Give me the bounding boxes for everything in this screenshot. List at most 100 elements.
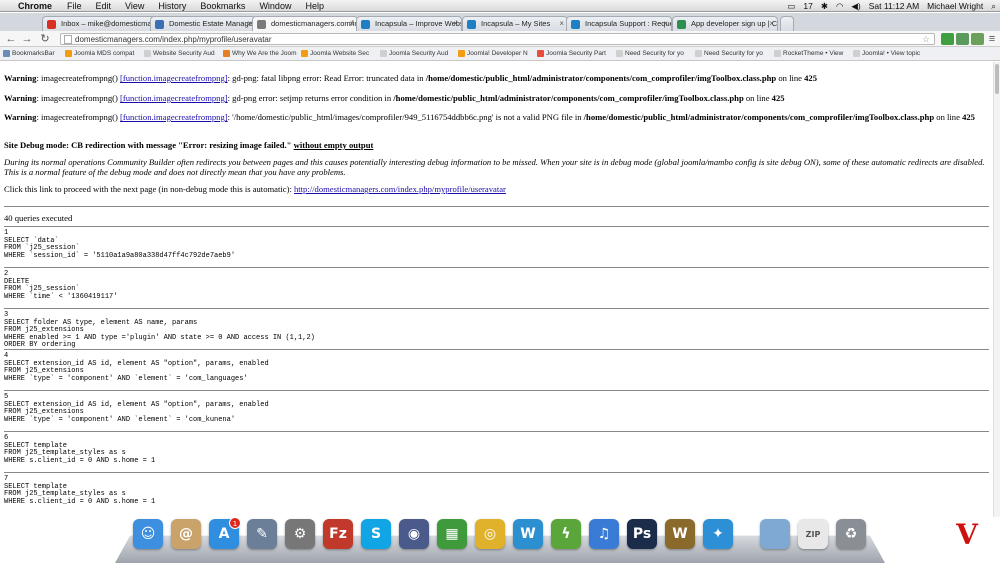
joomla-icon	[458, 50, 465, 57]
page-icon	[223, 50, 230, 57]
page-icon	[537, 50, 544, 57]
extension-icon[interactable]	[971, 33, 984, 45]
v-logo-icon[interactable]: V	[950, 518, 984, 554]
vertical-scrollbar[interactable]	[993, 62, 1000, 517]
menu-bookmarks[interactable]: Bookmarks	[193, 0, 252, 11]
page-icon	[774, 50, 781, 57]
close-icon[interactable]: ×	[663, 17, 668, 31]
joomla-icon	[301, 50, 308, 57]
clock[interactable]: Sat 11:12 AM	[865, 0, 923, 11]
bookmark-item[interactable]: Why We Are the Joom	[222, 47, 300, 60]
reload-icon[interactable]: ↻	[38, 32, 52, 46]
browser-toolbar: ← → ↻ domesticmanagers.com/index.php/myp…	[0, 31, 1000, 47]
skype-icon[interactable]: S	[361, 519, 391, 549]
without-empty-output-link[interactable]: without empty output	[294, 140, 374, 150]
tab-label: Inbox – mike@domesticmar	[61, 19, 155, 28]
function-doc-link[interactable]: [function.imagecreatefrompng]	[120, 112, 228, 122]
bookmark-item[interactable]: Need Security for yo	[615, 47, 693, 60]
function-doc-link[interactable]: [function.imagecreatefrompng]	[120, 93, 228, 103]
bookmark-item[interactable]: Joomla! • View topic	[852, 47, 930, 60]
system-preferences-icon[interactable]: ⚙	[285, 519, 315, 549]
safari-icon[interactable]: ✦	[703, 519, 733, 549]
wordpress-icon[interactable]: W	[513, 519, 543, 549]
bookmark-item[interactable]: Joomla Website Sec	[300, 47, 378, 60]
volume-icon[interactable]: ◀)	[847, 0, 864, 11]
scroll-thumb[interactable]	[995, 64, 999, 94]
menu-edit[interactable]: Edit	[89, 0, 119, 11]
app-menu[interactable]: Chrome	[14, 0, 60, 11]
preview-icon[interactable]: ✎	[247, 519, 277, 549]
search-icon[interactable]: ⌕	[987, 0, 1000, 11]
chrome-icon[interactable]: ◎	[475, 519, 505, 549]
close-icon[interactable]: ×	[349, 17, 354, 31]
queries-count: 40 queries executed	[4, 213, 73, 223]
address-book-icon[interactable]: @	[171, 519, 201, 549]
close-icon[interactable]: ×	[769, 17, 774, 31]
bluetooth-icon[interactable]: ✱	[817, 0, 832, 11]
bookmark-folder-icon	[3, 50, 10, 57]
tab-incapsula-improve[interactable]: Incapsula – Improve Website ×	[356, 16, 462, 31]
bookmark-item[interactable]: Website Security Aud	[143, 47, 221, 60]
back-arrow-icon[interactable]: ←	[4, 32, 18, 46]
address-url[interactable]: domesticmanagers.com/index.php/myprofile…	[75, 35, 272, 44]
incapsula-icon	[571, 20, 580, 29]
network-icon[interactable]: ϟ	[551, 519, 581, 549]
bookmark-star-icon[interactable]: ☆	[922, 34, 930, 45]
tab-domesticmanagers[interactable]: domesticmanagers.com/ind ×	[252, 16, 358, 31]
user-name[interactable]: Michael Wright	[923, 0, 987, 11]
bookmark-item[interactable]: Need Security for yo	[694, 47, 772, 60]
query-block: 1 SELECT `data` FROM `j25_session` WHERE…	[4, 226, 989, 266]
bookmark-item[interactable]: Joomla MDS compat	[64, 47, 142, 60]
close-icon[interactable]: ×	[453, 17, 458, 31]
tab-label: domesticmanagers.com/ind	[271, 19, 358, 28]
page-icon	[853, 50, 860, 57]
bookmark-item[interactable]: Joomla! Developer N	[457, 47, 535, 60]
proceed-link[interactable]: http://domesticmanagers.com/index.php/my…	[294, 184, 506, 194]
tab-label: App developer sign up | Clo	[691, 19, 778, 28]
tab-app-developer[interactable]: App developer sign up | Clo ×	[672, 16, 778, 31]
page-content: Warning: imagecreatefrompng() [function.…	[0, 62, 993, 517]
world-of-warcraft-icon[interactable]: W	[665, 519, 695, 549]
bookmark-item[interactable]: Joomla Security Part	[536, 47, 614, 60]
numbers-icon[interactable]: ▦	[437, 519, 467, 549]
tab-domestic-estate[interactable]: Domestic Estate Managers A×	[150, 16, 256, 31]
gmail-icon	[47, 20, 56, 29]
photoshop-icon[interactable]: Ps	[627, 519, 657, 549]
menu-help[interactable]: Help	[298, 0, 331, 11]
tab-gmail[interactable]: Inbox – mike@domesticmar×	[42, 16, 160, 31]
itunes-icon[interactable]: ♫	[589, 519, 619, 549]
site-favicon-icon	[155, 20, 164, 29]
trash-icon[interactable]: ♻	[836, 519, 866, 549]
function-doc-link[interactable]: [function.imagecreatefrompng]	[120, 73, 228, 83]
close-icon[interactable]: ×	[559, 17, 564, 31]
folder-icon[interactable]	[760, 519, 790, 549]
battery-icon[interactable]: ▭	[783, 0, 799, 11]
finder-icon[interactable]: ☺	[133, 519, 163, 549]
quicktime-icon[interactable]: ◉	[399, 519, 429, 549]
bookmark-item[interactable]: RocketTheme • View	[773, 47, 851, 60]
menu-window[interactable]: Window	[252, 0, 298, 11]
forward-arrow-icon[interactable]: →	[20, 32, 34, 46]
extension-icon[interactable]	[956, 33, 969, 45]
bookmark-item[interactable]: BookmarksBar	[2, 47, 58, 60]
joomla-icon	[65, 50, 72, 57]
extension-icon[interactable]	[941, 33, 954, 45]
battery-count[interactable]: 17	[799, 0, 816, 11]
bookmark-item[interactable]: Joomla Security Aud	[379, 47, 457, 60]
menu-history[interactable]: History	[151, 0, 193, 11]
wifi-icon[interactable]: ◠	[832, 0, 847, 11]
menu-file[interactable]: File	[60, 0, 89, 11]
menu-icon[interactable]: ≡	[985, 32, 999, 46]
page-icon	[695, 50, 702, 57]
filezilla-icon[interactable]: Fz	[323, 519, 353, 549]
menu-view[interactable]: View	[118, 0, 151, 11]
query-block: 7 SELECT template FROM j25_template_styl…	[4, 472, 989, 512]
tab-label: Domestic Estate Managers A	[169, 19, 256, 28]
tab-incapsula-sites[interactable]: Incapsula – My Sites ×	[462, 16, 568, 31]
query-block: 3 SELECT folder AS type, element AS name…	[4, 308, 989, 349]
tab-incapsula-support[interactable]: Incapsula Support : Request ×	[566, 16, 672, 31]
zip-archive-icon[interactable]: ZIP	[798, 519, 828, 549]
address-bar[interactable]: domesticmanagers.com/index.php/myprofile…	[60, 33, 935, 45]
new-tab-button[interactable]	[780, 16, 794, 31]
page-icon	[64, 35, 72, 44]
